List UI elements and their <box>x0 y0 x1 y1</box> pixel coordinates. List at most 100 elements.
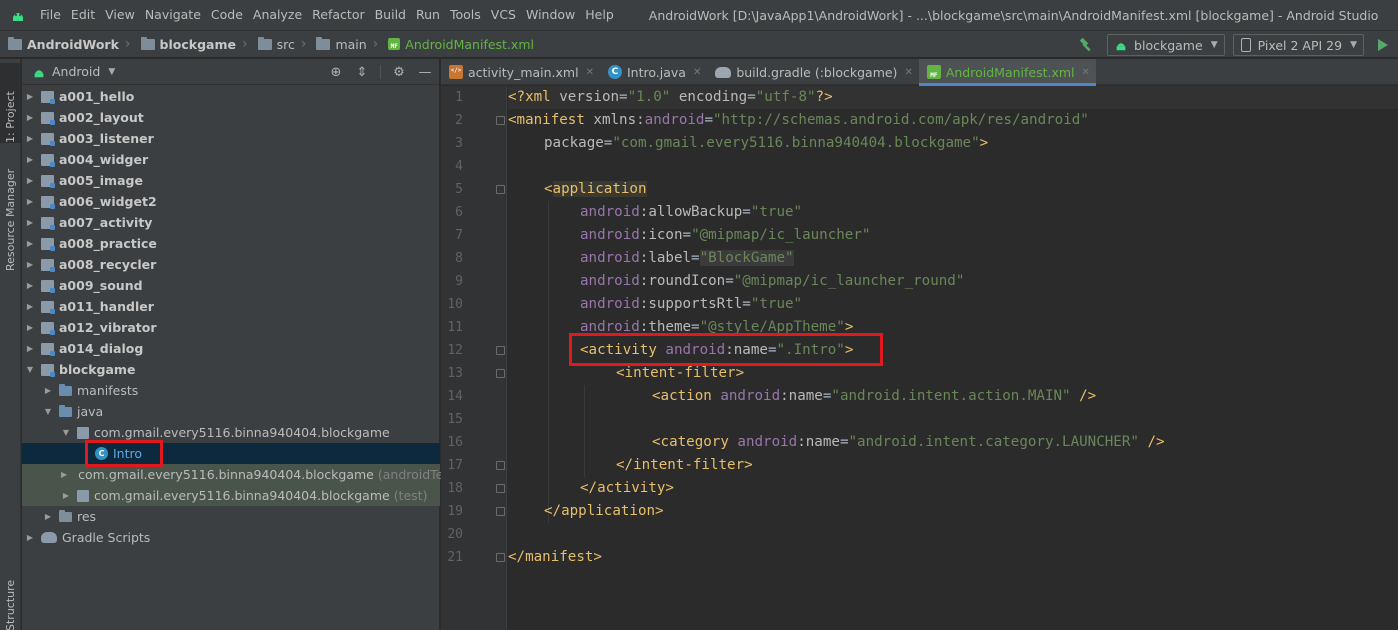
navigation-bar: AndroidWork › blockgame › src › main › M… <box>0 30 1398 58</box>
tree-item-folder-expanded[interactable]: ▼ java <box>22 401 440 422</box>
tree-item-module[interactable]: ▶ a001_hello <box>22 86 440 107</box>
tree-item-module[interactable]: ▶ a007_activity <box>22 212 440 233</box>
collapse-all-icon[interactable]: ⇕ <box>354 64 370 80</box>
tree-item-gradle-scripts[interactable]: ▶ Gradle Scripts <box>22 527 440 548</box>
line-number: 8 <box>455 251 463 266</box>
tree-item-module[interactable]: ▶ a008_recycler <box>22 254 440 275</box>
line-number: 3 <box>455 136 463 151</box>
tree-item-module[interactable]: ▶ a014_dialog <box>22 338 440 359</box>
locate-icon[interactable]: ⊕ <box>328 64 344 80</box>
tab-android-manifest[interactable]: MF AndroidManifest.xml ✕ <box>918 59 1097 86</box>
fold-toggle-icon[interactable] <box>496 461 505 470</box>
play-icon <box>1378 39 1388 51</box>
code-line-21: </manifest> <box>508 549 602 565</box>
tree-item-module[interactable]: ▶ a009_sound <box>22 275 440 296</box>
breadcrumb-main[interactable]: main › <box>308 30 380 58</box>
xml-file-icon <box>449 65 463 79</box>
code-line-1: <?xml version="1.0" encoding="utf-8"?> <box>508 89 833 105</box>
build-hammer-icon[interactable] <box>1075 34 1097 56</box>
chevron-down-icon[interactable]: ▼ <box>108 67 115 77</box>
module-icon <box>41 321 55 335</box>
gear-icon[interactable]: ⚙ <box>391 64 407 80</box>
fold-toggle-icon[interactable] <box>496 116 505 125</box>
close-icon[interactable]: ✕ <box>693 67 701 78</box>
run-configuration-select[interactable]: blockgame ▼ <box>1107 34 1225 56</box>
menu-vcs[interactable]: VCS <box>486 0 521 30</box>
module-icon <box>41 342 55 356</box>
menu-window[interactable]: Window <box>521 0 580 30</box>
menu-bar: File Edit View Navigate Code Analyze Ref… <box>0 0 1398 30</box>
tree-item-folder[interactable]: ▶ res <box>22 506 440 527</box>
window-title: AndroidWork [D:\JavaApp1\AndroidWork] - … <box>648 7 1379 23</box>
menu-help[interactable]: Help <box>580 0 619 30</box>
tree-item-package[interactable]: ▶ com.gmail.every5116.binna940404.blockga… <box>22 485 440 506</box>
run-button[interactable] <box>1372 34 1394 56</box>
tree-item-folder[interactable]: ▶ manifests <box>22 380 440 401</box>
tree-item-module[interactable]: ▶ a004_widger <box>22 149 440 170</box>
code-line-3: package="com.gmail.every5116.binna940404… <box>544 135 989 151</box>
module-icon <box>41 237 55 251</box>
menu-navigate[interactable]: Navigate <box>140 0 206 30</box>
breadcrumb-file[interactable]: MF AndroidManifest.xml <box>380 30 536 58</box>
project-view-select[interactable]: Android <box>52 64 100 79</box>
chevron-right-icon: ▶ <box>26 239 34 248</box>
tree-item-module[interactable]: ▶ a008_practice <box>22 233 440 254</box>
tab-structure[interactable]: Structure <box>0 571 21 630</box>
line-number: 11 <box>447 320 463 335</box>
close-icon[interactable]: ✕ <box>1082 67 1090 78</box>
tree-item-module[interactable]: ▶ a011_handler <box>22 296 440 317</box>
chevron-down-icon: ▼ <box>26 365 34 374</box>
module-icon <box>41 174 55 188</box>
menu-analyze[interactable]: Analyze <box>248 0 307 30</box>
tree-item-module[interactable]: ▶ a012_vibrator <box>22 317 440 338</box>
menu-edit[interactable]: Edit <box>66 0 100 30</box>
line-number: 1 <box>455 90 463 105</box>
module-icon <box>41 90 55 104</box>
menu-build[interactable]: Build <box>370 0 411 30</box>
menu-tools[interactable]: Tools <box>445 0 486 30</box>
menu-view[interactable]: View <box>100 0 140 30</box>
tab-activity-main[interactable]: activity_main.xml ✕ <box>441 59 600 85</box>
tab-build-gradle[interactable]: build.gradle (:blockgame) ✕ <box>707 59 919 85</box>
breadcrumb-src[interactable]: src › <box>250 30 309 58</box>
chevron-right-icon: › <box>124 36 131 52</box>
module-icon <box>41 111 55 125</box>
line-number: 21 <box>447 550 463 565</box>
menu-file[interactable]: File <box>35 0 66 30</box>
tree-item-class-intro[interactable]: C Intro <box>22 443 440 464</box>
fold-toggle-icon[interactable] <box>496 369 505 378</box>
tree-item-package-expanded[interactable]: ▼ com.gmail.every5116.binna940404.blockga… <box>22 422 440 443</box>
device-select[interactable]: Pixel 2 API 29 ▼ <box>1232 34 1364 56</box>
line-number: 17 <box>447 458 463 473</box>
fold-toggle-icon[interactable] <box>496 185 505 194</box>
menu-code[interactable]: Code <box>206 0 248 30</box>
breadcrumb-module[interactable]: blockgame › <box>133 30 250 58</box>
chevron-right-icon: ▶ <box>44 386 52 395</box>
minimize-icon[interactable]: — <box>417 64 433 80</box>
close-icon[interactable]: ✕ <box>904 67 912 78</box>
menu-refactor[interactable]: Refactor <box>307 0 369 30</box>
code-line-9: android:roundIcon="@mipmap/ic_launcher_r… <box>580 273 965 289</box>
fold-toggle-icon[interactable] <box>496 346 505 355</box>
fold-toggle-icon[interactable] <box>496 484 505 493</box>
tab-resource-manager[interactable]: Resource Manager <box>0 151 21 271</box>
fold-toggle-icon[interactable] <box>496 507 505 516</box>
tree-item-module[interactable]: ▶ a003_listener <box>22 128 440 149</box>
tree-item-module-expanded[interactable]: ▼ blockgame <box>22 359 440 380</box>
tree-item-package[interactable]: ▶ com.gmail.every5116.binna940404.blockga… <box>22 464 460 485</box>
breadcrumb-project[interactable]: AndroidWork › <box>0 30 133 58</box>
chevron-right-icon: ▶ <box>26 197 34 206</box>
line-number: 18 <box>447 481 463 496</box>
menu-run[interactable]: Run <box>411 0 445 30</box>
tab-intro-java[interactable]: C Intro.java ✕ <box>600 59 707 85</box>
close-icon[interactable]: ✕ <box>586 67 594 78</box>
line-number-gutter: 1 2 3 4 5 6 7 8 9 10 11 12 13 14 15 16 1… <box>441 86 507 630</box>
code-editor[interactable]: <?xml version="1.0" encoding="utf-8"?> <… <box>508 86 1398 630</box>
module-icon <box>41 153 55 167</box>
tab-project[interactable]: 1: Project <box>0 63 21 143</box>
tree-item-module[interactable]: ▶ a006_widget2 <box>22 191 440 212</box>
tree-item-module[interactable]: ▶ a002_layout <box>22 107 440 128</box>
code-line-10: android:supportsRtl="true" <box>580 296 803 312</box>
fold-toggle-icon[interactable] <box>496 553 505 562</box>
tree-item-module[interactable]: ▶ a005_image <box>22 170 440 191</box>
